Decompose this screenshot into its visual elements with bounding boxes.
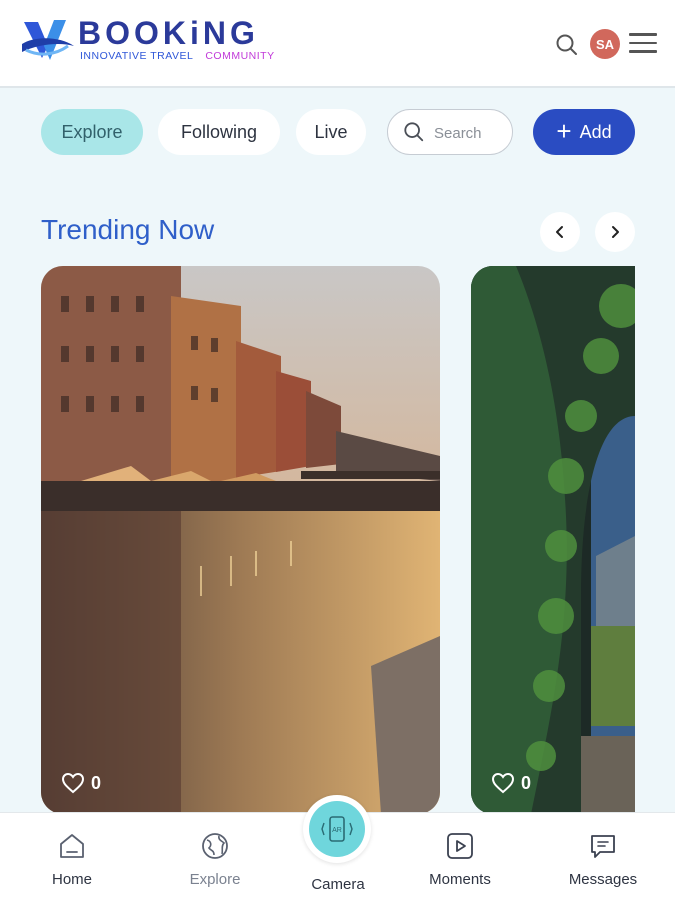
carousel-prev-button[interactable] bbox=[540, 212, 580, 252]
brand-name: BOOKiNG bbox=[78, 15, 259, 51]
chevron-left-icon bbox=[556, 226, 563, 238]
green-archway-image bbox=[471, 266, 635, 814]
nav-label: Messages bbox=[568, 871, 638, 888]
home-icon bbox=[60, 834, 84, 858]
nav-item-home[interactable]: Home bbox=[22, 831, 122, 888]
app-header: BOOKiNG INNOVATIVE TRAVEL COMMUNITY SA bbox=[0, 0, 675, 88]
nav-item-explore[interactable]: Explore bbox=[165, 831, 265, 888]
nav-item-moments[interactable]: Moments bbox=[410, 831, 510, 888]
brand-logo[interactable]: BOOKiNG INNOVATIVE TRAVEL COMMUNITY bbox=[20, 14, 290, 70]
likes-counter[interactable]: 0 bbox=[61, 772, 101, 794]
nav-label: Moments bbox=[429, 871, 491, 888]
hamburger-icon[interactable] bbox=[629, 33, 657, 55]
heart-icon bbox=[61, 772, 85, 794]
add-button[interactable]: + Add bbox=[533, 109, 635, 155]
search-icon[interactable] bbox=[555, 33, 579, 57]
brand-tagline: INNOVATIVE TRAVEL COMMUNITY bbox=[80, 50, 275, 62]
tab-explore[interactable]: Explore bbox=[41, 109, 143, 155]
globe-icon bbox=[202, 833, 228, 859]
nav-label: Home bbox=[51, 871, 92, 888]
plus-icon: + bbox=[556, 115, 572, 146]
play-icon bbox=[447, 833, 473, 859]
trending-card[interactable]: 0 bbox=[471, 266, 635, 814]
heart-icon bbox=[491, 772, 515, 794]
search-field[interactable] bbox=[387, 109, 513, 155]
tab-live[interactable]: Live bbox=[296, 109, 366, 155]
tab-following[interactable]: Following bbox=[158, 109, 280, 155]
brand-tagline-left: INNOVATIVE TRAVEL bbox=[80, 50, 194, 62]
search-icon bbox=[404, 122, 424, 142]
section-title: Trending Now bbox=[41, 214, 215, 245]
brand-tagline-right: COMMUNITY bbox=[205, 50, 275, 62]
chevron-right-icon bbox=[612, 226, 619, 238]
nav-item-camera-label[interactable]: Camera bbox=[288, 876, 388, 893]
add-button-label: Add bbox=[579, 121, 612, 142]
camera-ar-icon: AR bbox=[321, 816, 353, 842]
camera-button[interactable]: AR bbox=[303, 795, 371, 863]
message-icon bbox=[591, 835, 615, 858]
carousel-next-button[interactable] bbox=[595, 212, 635, 252]
likes-count: 0 bbox=[521, 772, 532, 793]
search-input[interactable] bbox=[432, 121, 508, 145]
logo-mark-icon bbox=[22, 20, 74, 60]
canal-sunset-image bbox=[41, 266, 440, 814]
likes-counter[interactable]: 0 bbox=[491, 772, 531, 794]
nav-label: Explore bbox=[189, 871, 241, 888]
likes-count: 0 bbox=[91, 772, 102, 793]
avatar[interactable]: SA bbox=[590, 29, 620, 59]
trending-card[interactable]: 0 bbox=[41, 266, 440, 814]
svg-text:AR: AR bbox=[332, 827, 342, 834]
nav-item-messages[interactable]: Messages bbox=[553, 831, 653, 888]
